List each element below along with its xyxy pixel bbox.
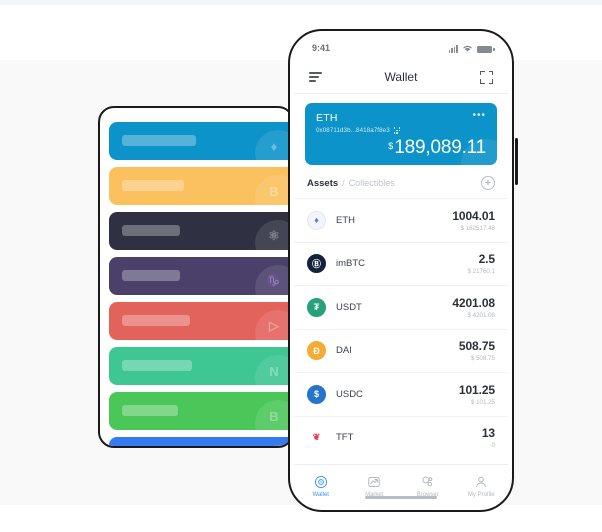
wallet-card-placeholder-bar: [122, 405, 178, 416]
imbtc-coin-icon: Ⓑ: [307, 254, 326, 274]
wallet-card-placeholder-bar: [122, 315, 190, 326]
wallet-card-placeholder-bar: [122, 360, 192, 371]
cellular-signal-icon: [448, 45, 458, 53]
asset-amount: 1004.01: [452, 208, 495, 223]
asset-symbol: ETH: [336, 214, 355, 226]
status-icon-group: [448, 44, 495, 53]
tab-collectibles[interactable]: Collectibles: [349, 178, 395, 188]
tab-label: My Profile: [467, 492, 495, 498]
asset-list: ♦ ETH 1004.01 $ 162517.48 ⒷimBTC 2.5 $ 21760.1…: [294, 198, 508, 464]
usdt-coin-icon: ₮: [307, 297, 326, 317]
wallet-card[interactable]: B: [109, 392, 292, 430]
eth-coin-icon: ♦: [307, 210, 326, 230]
status-bar: 9:41: [294, 35, 508, 61]
asset-values: 2.5 $ 21760.1: [467, 252, 495, 275]
balance-amount: 189,089.11: [394, 137, 486, 158]
asset-amount: 13: [481, 426, 495, 441]
tab-label: Wallet: [312, 492, 329, 498]
tab-wallet[interactable]: Wallet: [294, 475, 348, 498]
asset-symbol: DAI: [336, 345, 352, 357]
wallet-scroll-area: ETH 0x08711d3b...8418a7f8e3 ••• $ 189,08…: [294, 94, 508, 464]
tab-my-profile[interactable]: My Profile: [455, 475, 509, 498]
wallet-address: 0x08711d3b...8418a7f8e3: [316, 127, 390, 134]
wallet-card-placeholder-bar: [122, 225, 180, 236]
phone-side-button[interactable]: [515, 138, 518, 185]
asset-fiat-value: $ 21760.1: [467, 268, 495, 276]
phone-device-frame: 9:41 Wallet ETH 0x08711d3b...8418a7f8e3 …: [288, 29, 514, 512]
asset-fiat-value: $ 162517.48: [460, 224, 495, 232]
wallet-tab-icon: [314, 475, 328, 489]
wallet-card[interactable]: ⚛: [109, 212, 292, 250]
tab-separator: /: [342, 177, 345, 188]
app-header: Wallet: [294, 61, 508, 94]
asset-values: 101.25 $ 101.25: [459, 383, 495, 406]
wallet-card[interactable]: L: [109, 437, 292, 446]
wifi-icon: [463, 45, 472, 52]
asset-row[interactable]: Ð DAI 508.75 $ 508.75: [294, 328, 508, 373]
asset-values: 4201.08 $ 4201.08: [452, 296, 495, 319]
assets-tab-group: Assets / Collectibles: [307, 178, 395, 189]
scan-qr-icon[interactable]: [480, 70, 493, 84]
usdc-coin-icon: $: [307, 384, 326, 404]
wallet-card[interactable]: B: [109, 167, 292, 205]
asset-values: 508.75 $ 508.75: [459, 339, 495, 362]
wallet-card-placeholder-bar: [122, 180, 184, 191]
asset-fiat-value: $ 508.75: [470, 355, 495, 363]
asset-row[interactable]: ♦ ETH 1004.01 $ 162517.48: [294, 198, 508, 242]
background-top-strip: [0, 0, 602, 5]
wallet-card-placeholder-bar: [122, 270, 180, 281]
wallet-card-list: ♦B⚛♑▷NBL: [109, 122, 292, 446]
asset-symbol: TFT: [336, 432, 354, 444]
asset-values: 13 0: [482, 426, 495, 449]
wallet-card[interactable]: ♑: [109, 257, 292, 295]
wallet-name: ETH: [316, 112, 338, 124]
asset-symbol: USDT: [336, 301, 362, 313]
home-indicator-bar: [365, 495, 437, 499]
market-chart-tab-icon: [367, 475, 381, 489]
phone-screen: 9:41 Wallet ETH 0x08711d3b...8418a7f8e3 …: [294, 35, 508, 506]
asset-fiat-value: $ 4201.08: [467, 311, 495, 319]
dai-coin-icon: Ð: [307, 341, 326, 361]
asset-amount: 101.25: [458, 382, 495, 397]
more-options-icon[interactable]: •••: [472, 111, 486, 121]
add-asset-icon[interactable]: +: [481, 176, 495, 190]
wallet-card[interactable]: ▷: [109, 302, 292, 340]
asset-amount: 508.75: [458, 339, 495, 354]
asset-row[interactable]: ₮ USDT 4201.08 $ 4201.08: [294, 285, 508, 329]
eth-balance-card[interactable]: ETH 0x08711d3b...8418a7f8e3 ••• $ 189,08…: [305, 103, 497, 165]
asset-row[interactable]: ⒷimBTC 2.5 $ 21760.1: [294, 241, 508, 286]
wallet-card-placeholder-bar: [122, 135, 196, 146]
asset-symbol: USDC: [336, 388, 363, 400]
wallet-card-stack-panel: ♦B⚛♑▷NBL: [98, 106, 294, 448]
wallet-address-row[interactable]: 0x08711d3b...8418a7f8e3: [316, 127, 486, 134]
asset-amount: 2.5: [478, 252, 495, 267]
qr-code-icon[interactable]: [393, 127, 401, 134]
profile-tab-icon: [474, 475, 488, 489]
tft-coin-icon: ❦: [307, 428, 326, 448]
asset-values: 1004.01 $ 162517.48: [452, 209, 495, 232]
battery-icon: [477, 45, 495, 53]
page-title: Wallet: [384, 70, 418, 84]
asset-symbol: imBTC: [336, 258, 366, 270]
balance-amount-group: $ 189,089.11: [388, 137, 486, 159]
asset-row[interactable]: $ USDC 101.25 $ 101.25: [294, 372, 508, 416]
screenshot-root: ♦B⚛♑▷NBL 9:41: [0, 0, 602, 532]
wallet-card[interactable]: ♦: [109, 122, 292, 160]
assets-section-header: Assets / Collectibles +: [294, 165, 508, 198]
tab-assets[interactable]: Assets: [307, 178, 338, 189]
asset-amount: 4201.08: [452, 295, 495, 310]
bottom-tab-bar: WalletMarketBrowserMy Profile: [294, 464, 508, 506]
asset-fiat-value: $ 101.25: [470, 398, 495, 406]
currency-symbol: $: [388, 141, 394, 151]
asset-row[interactable]: ❦ TFT 13 0: [294, 415, 508, 460]
wallet-card[interactable]: N: [109, 347, 292, 385]
hamburger-menu-icon[interactable]: [309, 72, 322, 82]
asset-fiat-value: 0: [491, 442, 495, 450]
status-time: 9:41: [312, 43, 331, 53]
browser-tab-icon: [421, 475, 435, 489]
